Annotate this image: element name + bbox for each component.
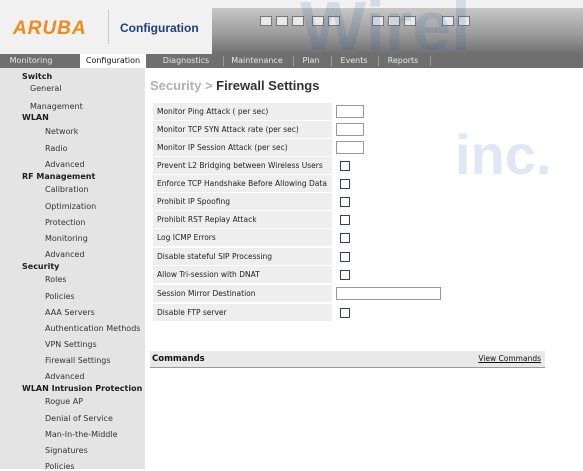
- commands-bar: Commands View Commands: [150, 351, 545, 368]
- monitor-ip-session-input[interactable]: [336, 141, 364, 154]
- breadcrumb-security[interactable]: Security: [150, 78, 201, 93]
- sidebar-item-vpn-settings[interactable]: VPN Settings: [45, 340, 97, 349]
- prohibit-rst-replay-checkbox[interactable]: [340, 215, 350, 225]
- sidebar-item-firewall-settings[interactable]: Firewall Settings: [45, 356, 111, 365]
- sidebar-item-policies[interactable]: Policies: [45, 292, 75, 301]
- settings-row: Prohibit IP Spoofing: [153, 193, 445, 210]
- header-divider: [108, 10, 109, 44]
- setting-label: Monitor IP Session Attack (per sec): [157, 143, 288, 152]
- tab-diagnostics[interactable]: Diagnostics: [155, 54, 217, 68]
- tab-reports[interactable]: Reports: [381, 54, 425, 68]
- sidebar-item-denial-of-service[interactable]: Denial of Service: [45, 414, 113, 423]
- disable-ftp-server-checkbox[interactable]: [340, 308, 350, 318]
- setting-label: Prevent L2 Bridging between Wireless Use…: [157, 161, 323, 170]
- setting-label: Session Mirror Destination: [157, 289, 256, 298]
- sidebar-section-switch: Switch: [22, 72, 53, 81]
- sidebar-item-network[interactable]: Network: [45, 127, 78, 136]
- setting-label: Prohibit RST Replay Attack: [157, 215, 257, 224]
- sidebar-item-authentication-methods[interactable]: Authentication Methods: [45, 324, 140, 333]
- setting-label: Log ICMP Errors: [157, 233, 216, 242]
- sidebar-section-rf-management: RF Management: [22, 172, 96, 181]
- setting-label: Monitor TCP SYN Attack rate (per sec): [157, 125, 299, 134]
- setting-label: Disable FTP server: [157, 308, 227, 317]
- settings-row: Monitor IP Session Attack (per sec): [153, 139, 445, 156]
- sidebar-nav: Switch General Management WLAN Network R…: [0, 68, 145, 471]
- sidebar-item-protection[interactable]: Protection: [45, 218, 85, 227]
- settings-row: Enforce TCP Handshake Before Allowing Da…: [153, 175, 445, 192]
- allow-tri-session-checkbox[interactable]: [340, 270, 350, 280]
- sidebar-item-aaa-servers[interactable]: AAA Servers: [45, 308, 95, 317]
- settings-row: Disable stateful SIP Processing: [153, 248, 445, 265]
- settings-row: Prevent L2 Bridging between Wireless Use…: [153, 157, 445, 174]
- sidebar-section-wlan-intrusion-protection: WLAN Intrusion Protection: [22, 384, 143, 393]
- tab-configuration[interactable]: Configuration: [80, 54, 146, 68]
- settings-row: Disable FTP server: [153, 304, 445, 321]
- watermark-text: Wirel: [300, 0, 471, 54]
- commands-title: Commands: [152, 354, 205, 364]
- tab-maintenance[interactable]: Maintenance: [226, 54, 288, 68]
- monitor-tcp-syn-input[interactable]: [336, 123, 364, 136]
- setting-label: Disable stateful SIP Processing: [157, 252, 272, 261]
- tab-events[interactable]: Events: [334, 54, 374, 68]
- tab-monitoring[interactable]: Monitoring: [0, 54, 62, 68]
- view-commands-link[interactable]: View Commands: [478, 351, 541, 367]
- sidebar-item-security-advanced[interactable]: Advanced: [45, 372, 85, 381]
- settings-row: Log ICMP Errors: [153, 229, 445, 246]
- setting-label: Prohibit IP Spoofing: [157, 197, 230, 206]
- breadcrumb-separator: >: [204, 78, 213, 93]
- monitor-ping-attack-input[interactable]: [336, 105, 364, 118]
- sidebar-item-rogue-ap[interactable]: Rogue AP: [45, 397, 83, 406]
- sidebar-item-rf-advanced[interactable]: Advanced: [45, 250, 85, 259]
- settings-row: Session Mirror Destination: [153, 285, 445, 302]
- settings-row: Allow Tri-session with DNAT: [153, 266, 445, 283]
- sidebar-item-wlan-advanced[interactable]: Advanced: [45, 160, 85, 169]
- sidebar-item-monitoring[interactable]: Monitoring: [45, 234, 88, 243]
- sidebar-item-man-in-the-middle[interactable]: Man-In-the-Middle: [45, 430, 118, 439]
- sidebar-section-wlan: WLAN: [22, 113, 49, 122]
- sidebar-section-security: Security: [22, 262, 60, 271]
- app-title: Configuration: [120, 21, 199, 35]
- settings-row: Monitor Ping Attack ( per sec): [153, 103, 445, 120]
- sidebar-item-general[interactable]: General: [30, 84, 62, 93]
- sidebar-item-signatures[interactable]: Signatures: [45, 446, 88, 455]
- page-title: Security > Firewall Settings: [150, 78, 319, 93]
- sidebar-item-roles[interactable]: Roles: [45, 275, 66, 284]
- prevent-l2-bridging-checkbox[interactable]: [340, 161, 350, 171]
- app-header: Wirel ARUBA Configuration: [0, 0, 583, 54]
- setting-label: Monitor Ping Attack ( per sec): [157, 107, 269, 116]
- aruba-logo: ARUBA: [13, 18, 87, 39]
- tab-plan[interactable]: Plan: [296, 54, 326, 68]
- sidebar-item-radio[interactable]: Radio: [45, 144, 67, 153]
- session-mirror-destination-input[interactable]: [336, 287, 441, 300]
- setting-label: Allow Tri-session with DNAT: [157, 270, 260, 279]
- enforce-tcp-handshake-checkbox[interactable]: [340, 179, 350, 189]
- sidebar-item-optimization[interactable]: Optimization: [45, 202, 96, 211]
- page-title-text: Firewall Settings: [216, 78, 320, 93]
- main-tab-bar: Monitoring Configuration Diagnostics Mai…: [0, 54, 583, 68]
- settings-row: Prohibit RST Replay Attack: [153, 211, 445, 228]
- setting-label: Enforce TCP Handshake Before Allowing Da…: [157, 179, 327, 188]
- disable-sip-processing-checkbox[interactable]: [340, 252, 350, 262]
- sidebar-item-management[interactable]: Management: [30, 102, 83, 111]
- settings-row: Monitor TCP SYN Attack rate (per sec): [153, 121, 445, 138]
- sidebar-item-calibration[interactable]: Calibration: [45, 185, 89, 194]
- prohibit-ip-spoofing-checkbox[interactable]: [340, 197, 350, 207]
- sidebar-item-wip-policies[interactable]: Policies: [45, 462, 75, 471]
- log-icmp-errors-checkbox[interactable]: [340, 233, 350, 243]
- watermark-inc: inc.: [455, 123, 552, 186]
